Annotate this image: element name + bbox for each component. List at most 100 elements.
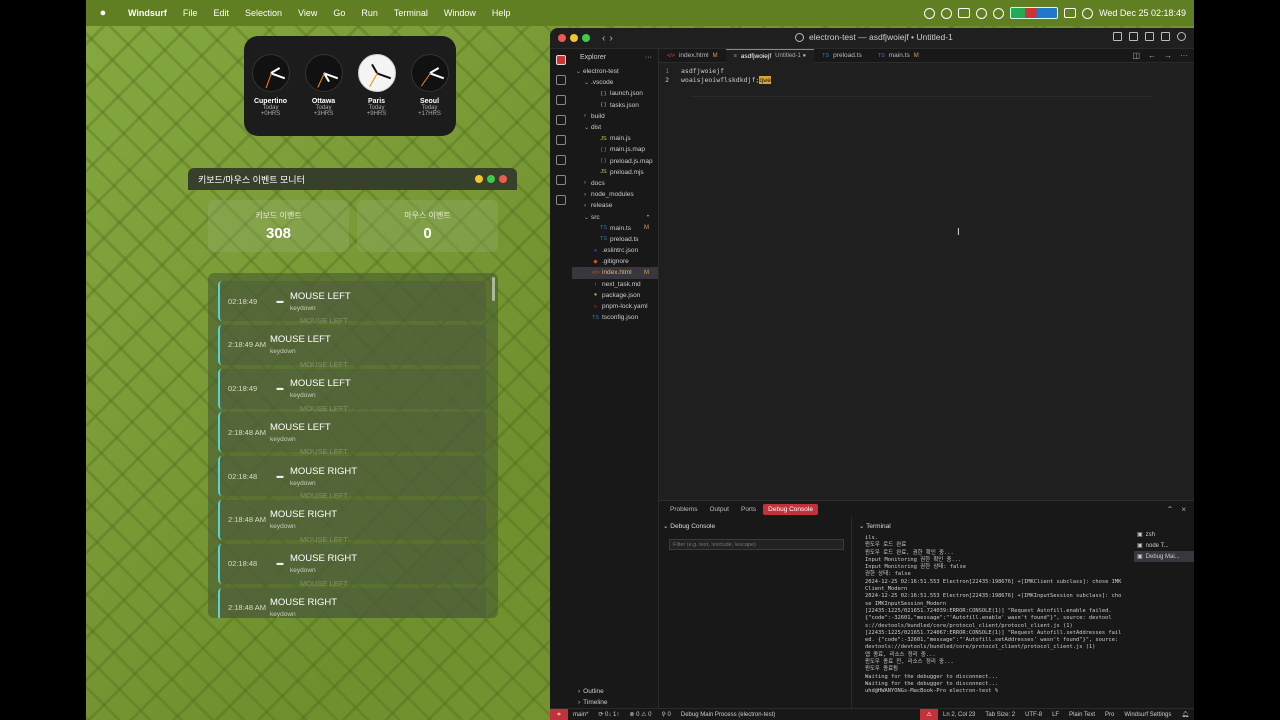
- tree-item-src[interactable]: ⌄ src •: [572, 211, 658, 222]
- run-debug-icon[interactable]: [556, 115, 566, 125]
- tab-size[interactable]: Tab Size: 2: [980, 712, 1020, 718]
- cursor-position[interactable]: Ln 2, Col 23: [938, 712, 980, 718]
- remote-explorer-icon[interactable]: [556, 135, 566, 145]
- menu-app-name[interactable]: Windsurf: [120, 8, 175, 18]
- windsurf-settings[interactable]: Windsurf Settings: [1119, 712, 1176, 718]
- tree-item-preload-ts[interactable]: TS preload.ts: [572, 234, 658, 245]
- tree-item-launch-json[interactable]: { } launch.json: [572, 88, 658, 99]
- panel-tab-ports[interactable]: Ports: [736, 504, 761, 515]
- remote-indicator-icon[interactable]: ⌗: [550, 708, 568, 720]
- terminal-session[interactable]: ▣ Debug Mai...: [1134, 551, 1194, 562]
- menu-clock[interactable]: Wed Dec 25 02:18:49: [1099, 8, 1186, 18]
- debug-filter-input[interactable]: [669, 539, 844, 550]
- terminal-session[interactable]: ▣ node T...: [1134, 540, 1194, 551]
- ide-close-button[interactable]: [558, 34, 566, 42]
- tree-item-tasks-json[interactable]: { } tasks.json: [572, 100, 658, 111]
- search-activity-icon[interactable]: [556, 75, 566, 85]
- control-center-icon[interactable]: [1082, 7, 1094, 19]
- encoding[interactable]: UTF-8: [1020, 712, 1047, 718]
- activity-ring-icon[interactable]: [993, 7, 1005, 19]
- maximize-button[interactable]: [487, 175, 495, 183]
- customize-layout-icon[interactable]: [1161, 32, 1170, 41]
- menu-window[interactable]: Window: [436, 8, 484, 18]
- code-editor[interactable]: 1 asdfjwoiejf 2 woaisjeoiwflskdkdjf;qwe: [659, 63, 1194, 84]
- toggle-secondary-sidebar-icon[interactable]: [1145, 32, 1154, 41]
- plan-badge[interactable]: Pro: [1100, 712, 1119, 718]
- tab-asdfjwoiejf[interactable]: ≡ asdfjwoiejf Untitled-1 ●: [725, 48, 815, 63]
- tree-item-main-js-map[interactable]: { } main.js.map: [572, 144, 658, 155]
- tab-index-html[interactable]: </> index.html M: [659, 49, 726, 63]
- tree-item-dist[interactable]: ⌄ dist: [572, 122, 658, 133]
- extensions-icon[interactable]: [556, 155, 566, 165]
- language-mode[interactable]: Plain Text: [1064, 712, 1100, 718]
- panel-tab-problems[interactable]: Problems: [665, 504, 702, 515]
- explorer-icon[interactable]: [556, 55, 566, 65]
- git-sync[interactable]: ⟳ 0↓ 1↑: [593, 711, 624, 718]
- tree-item-main-js[interactable]: JS main.js: [572, 133, 658, 144]
- line-ending[interactable]: LF: [1047, 712, 1064, 718]
- battery-icon[interactable]: [1064, 8, 1077, 18]
- tree-item--eslintrc-json[interactable]: ● .eslintrc.json: [572, 245, 658, 256]
- notifications-bell-icon[interactable]: 🔔︎: [1176, 711, 1194, 718]
- menu-run[interactable]: Run: [353, 8, 386, 18]
- split-editor-icon[interactable]: ◫: [1132, 51, 1140, 60]
- docker-icon[interactable]: [556, 195, 566, 205]
- go-forward-icon[interactable]: →: [1164, 51, 1172, 60]
- panel-tab-debug-console[interactable]: Debug Console: [763, 503, 818, 515]
- close-button[interactable]: [499, 175, 507, 183]
- timeline-section[interactable]: › Timeline: [572, 697, 659, 708]
- terminal-output[interactable]: ils. 윈도우 로드 완료 윈도우 로드 완료, 권한 확인 중... Inp…: [855, 535, 1131, 696]
- ide-titlebar[interactable]: ‹ › electron-test — asdfjwoiejf • Untitl…: [550, 28, 1194, 49]
- menu-view[interactable]: View: [290, 8, 325, 18]
- tree-item-main-ts[interactable]: TS main.ts M: [572, 223, 658, 234]
- terminal-session[interactable]: ▣ zsh: [1134, 529, 1194, 540]
- tree-item-index-html[interactable]: </> index.html M: [572, 267, 658, 279]
- ports-count[interactable]: ⚲ 0: [656, 711, 675, 718]
- menu-terminal[interactable]: Terminal: [386, 8, 436, 18]
- tree-item-next-task-md[interactable]: ↓ next_task.md: [572, 279, 658, 290]
- menu-go[interactable]: Go: [325, 8, 353, 18]
- monitor-titlebar[interactable]: 키보드/마우스 이벤트 모니터: [188, 168, 517, 190]
- record-icon[interactable]: [924, 7, 936, 19]
- event-list-scrollbar[interactable]: [492, 277, 495, 301]
- tree-item-preload-js-map[interactable]: { } preload.js.map: [572, 156, 658, 167]
- menu-file[interactable]: File: [175, 8, 206, 18]
- more-actions-icon[interactable]: ···: [645, 54, 652, 61]
- tree-item-package-json[interactable]: ● package.json: [572, 290, 658, 301]
- tree-item-docs[interactable]: › docs: [572, 178, 658, 189]
- nav-back-icon[interactable]: ‹: [602, 33, 605, 44]
- world-clock-widget[interactable]: Cupertino Today +0HRS Ottawa Today +3HRS Paris…: [244, 36, 456, 136]
- tree-item--gitignore[interactable]: ◆ .gitignore: [572, 256, 658, 267]
- go-back-icon[interactable]: ←: [1148, 51, 1156, 60]
- ide-maximize-button[interactable]: [582, 34, 590, 42]
- tree-item-tsconfig-json[interactable]: TS tsconfig.json: [572, 312, 658, 323]
- toggle-sidebar-icon[interactable]: [1113, 32, 1122, 41]
- tree-item-preload-mjs[interactable]: JS preload.mjs: [572, 167, 658, 178]
- status-alert-icon[interactable]: ⚠: [920, 708, 939, 720]
- account-icon[interactable]: [1177, 32, 1186, 41]
- testing-icon[interactable]: [556, 175, 566, 185]
- tree-item-node-modules[interactable]: › node_modules: [572, 189, 658, 200]
- git-branch[interactable]: main*: [568, 712, 593, 718]
- menu-edit[interactable]: Edit: [205, 8, 237, 18]
- tree-item-build[interactable]: › build: [572, 111, 658, 122]
- ide-minimize-button[interactable]: [570, 34, 578, 42]
- editor-more-icon[interactable]: ···: [1180, 51, 1188, 60]
- terminal-header[interactable]: ⌄ Terminal: [855, 517, 1131, 535]
- menu-selection[interactable]: Selection: [237, 8, 290, 18]
- source-control-icon[interactable]: [556, 95, 566, 105]
- tab-main-ts[interactable]: TS main.ts M: [870, 49, 927, 63]
- close-panel-icon[interactable]: ×: [1181, 505, 1186, 514]
- maximize-panel-icon[interactable]: ⌃: [1167, 505, 1174, 514]
- menu-help[interactable]: Help: [484, 8, 519, 18]
- app-status-icon[interactable]: [976, 7, 988, 19]
- tree-item-pnpm-lock-yaml[interactable]: ≡ pnpm-lock.yaml: [572, 301, 658, 312]
- event-list[interactable]: 02:18:49 ▬ MOUSE LEFT keydown MOUSE LEFT 2:18…: [208, 273, 498, 618]
- panel-tab-output[interactable]: Output: [704, 504, 734, 515]
- outline-section[interactable]: › Outline: [572, 686, 659, 697]
- minimize-button[interactable]: [475, 175, 483, 183]
- apple-menu-icon[interactable]: ●: [86, 7, 120, 19]
- debug-target[interactable]: Debug Main Process (electron-test): [676, 712, 780, 718]
- problems-count[interactable]: ⊗ 0 ⚠ 0: [624, 711, 656, 718]
- tree-item--vscode[interactable]: ⌄ .vscode: [572, 77, 658, 88]
